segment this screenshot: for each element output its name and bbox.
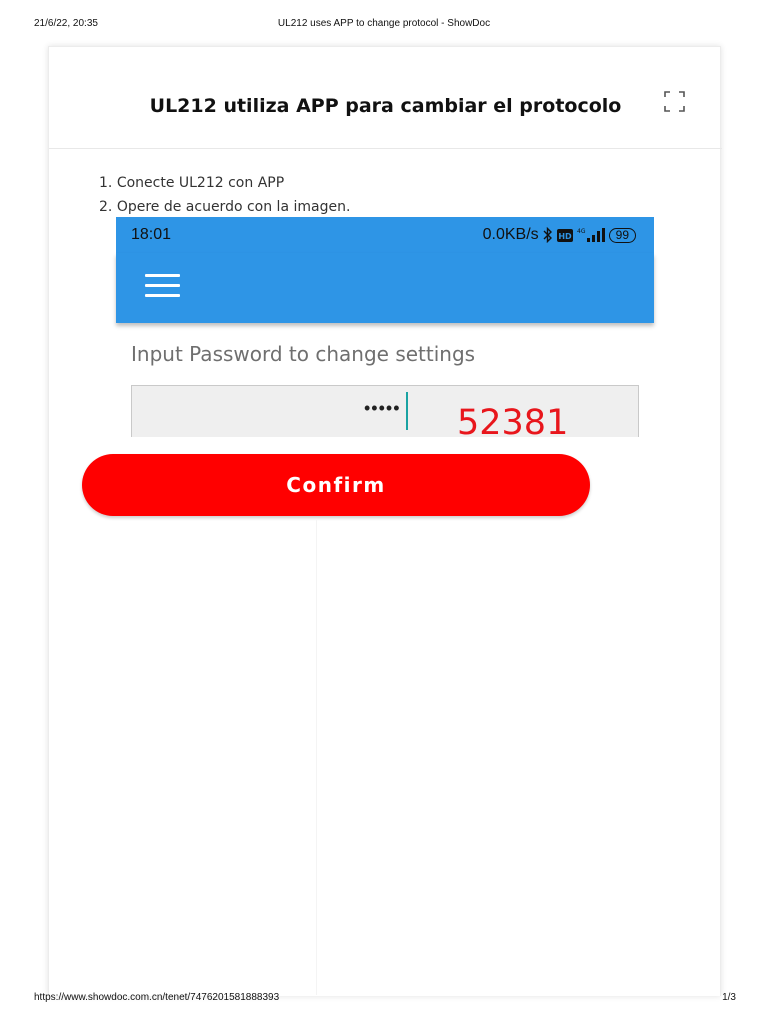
list-item: 2. Opere de acuerdo con la imagen. <box>99 199 351 215</box>
battery-level: 99 <box>615 227 629 242</box>
text-cursor <box>406 392 408 430</box>
print-footer: https://www.showdoc.com.cn/tenet/7476201… <box>0 992 768 1008</box>
doc-card: UL212 utiliza APP para cambiar el protoc… <box>48 46 722 996</box>
status-time: 18:01 <box>131 226 172 243</box>
step-1-text: Conecte UL212 con APP <box>116 175 285 191</box>
svg-text:4G: 4G <box>577 228 586 235</box>
network-speed: 0.0KB/s <box>482 226 539 243</box>
print-doc-title: UL212 uses APP to change protocol - Show… <box>277 18 491 29</box>
signal-icon: 4G <box>577 228 605 242</box>
confirm-button[interactable]: Confirm <box>82 454 590 516</box>
svg-text:HD: HD <box>558 232 572 241</box>
title-divider <box>49 148 722 149</box>
hd-icon: HD <box>556 228 573 242</box>
app-bar <box>116 253 654 323</box>
list-item: 1. Conecte UL212 con APP <box>99 175 285 191</box>
password-masked-value: ••••• <box>364 398 401 418</box>
status-bar: 18:01 0.0KB/s HD 4G 99 <box>116 217 654 253</box>
status-indicators: 0.0KB/s HD 4G 99 <box>483 226 636 244</box>
hamburger-menu-icon[interactable] <box>145 274 180 300</box>
password-annotation: 52381 <box>457 403 569 443</box>
password-input[interactable]: ••••• 52381 <box>131 385 639 443</box>
battery-icon: 99 <box>608 227 636 243</box>
step-2-text: Opere de acuerdo con la imagen. <box>116 199 351 215</box>
password-label: Input Password to change settings <box>131 342 476 366</box>
page-title: UL212 utiliza APP para cambiar el protoc… <box>149 95 622 117</box>
page-number: 1/3 <box>722 992 736 1003</box>
bluetooth-icon <box>543 227 552 243</box>
phone-screenshot: 18:01 0.0KB/s HD 4G 99 Input Password to… <box>116 217 654 477</box>
fullscreen-icon[interactable] <box>664 91 685 112</box>
steps-list: 1. Conecte UL212 con APP 2. Opere de acu… <box>99 171 350 219</box>
print-header: 21/6/22, 20:35 UL212 uses APP to change … <box>0 18 768 34</box>
background-divider <box>316 520 317 995</box>
print-url: https://www.showdoc.com.cn/tenet/7476201… <box>34 992 280 1003</box>
